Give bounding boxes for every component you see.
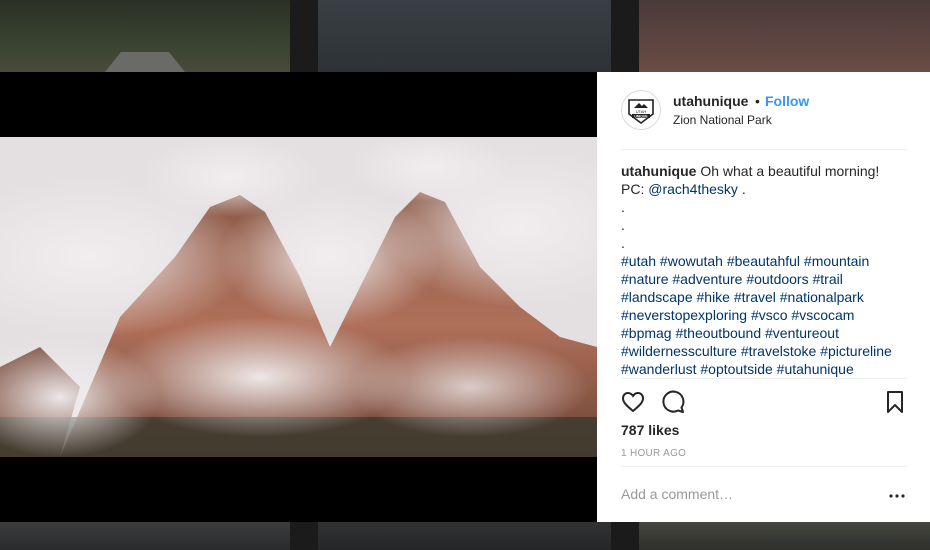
likes-count[interactable]: 787 likes xyxy=(621,422,679,438)
svg-text:UTAH: UTAH xyxy=(636,109,647,114)
feed-thumbnail xyxy=(639,522,930,550)
hashtag-line[interactable]: #landscape #hike #travel #nationalpark xyxy=(621,288,911,306)
caption: utahunique Oh what a beautiful morning! … xyxy=(621,162,911,378)
post-photo[interactable] xyxy=(0,137,597,457)
hashtag-line[interactable]: #utah #wowutah #beautahful #mountain xyxy=(621,252,911,270)
username[interactable]: utahunique xyxy=(673,93,748,109)
hashtag-line[interactable]: #wanderlust #optoutside #utahunique xyxy=(621,360,911,378)
location-link[interactable]: Zion National Park xyxy=(673,113,772,127)
follow-button[interactable]: Follow xyxy=(765,93,809,109)
ellipsis-glyph xyxy=(889,494,905,498)
road-shape xyxy=(105,52,185,72)
heart-glyph xyxy=(621,391,645,413)
feed-thumbnail xyxy=(0,522,290,550)
post-media xyxy=(0,72,597,522)
feed-thumbnail xyxy=(318,522,611,550)
divider xyxy=(621,149,907,150)
utah-unique-logo-icon: UTAH UNIQUE xyxy=(628,99,654,124)
post-header: UTAH UNIQUE utahunique • Follow Zion Nat… xyxy=(597,72,930,149)
svg-text:UNIQUE: UNIQUE xyxy=(634,114,648,118)
bookmark-icon[interactable] xyxy=(883,390,907,414)
caption-pc-suffix: . xyxy=(741,181,746,197)
separator-dot: • xyxy=(755,93,760,109)
mention-link[interactable]: @rach4thesky xyxy=(648,181,738,197)
caption-text: Oh what a beautiful morning! xyxy=(700,163,880,179)
caption-username[interactable]: utahunique xyxy=(621,163,696,179)
speech-bubble-icon[interactable] xyxy=(661,390,685,414)
feed-thumbnail xyxy=(318,0,611,72)
hashtag-line[interactable]: #wildernessculture #travelstoke #picture… xyxy=(621,342,911,360)
caption-dot: . xyxy=(621,199,625,215)
feed-thumbnail xyxy=(0,0,290,72)
mountain-photo-illustration xyxy=(0,137,597,457)
hashtag-line[interactable]: #bpmag #theoutbound #ventureout xyxy=(621,324,911,342)
post-modal: UTAH UNIQUE utahunique • Follow Zion Nat… xyxy=(0,72,930,522)
divider xyxy=(621,466,907,467)
post-details-panel: UTAH UNIQUE utahunique • Follow Zion Nat… xyxy=(597,72,930,522)
divider xyxy=(621,378,907,379)
ellipsis-icon[interactable] xyxy=(887,486,907,502)
caption-dot: . xyxy=(621,235,625,251)
caption-dot: . xyxy=(621,217,625,233)
feed-thumbnail xyxy=(639,0,930,72)
heart-icon[interactable] xyxy=(621,390,645,414)
hashtag-line[interactable]: #neverstopexploring #vsco #vscocam xyxy=(621,306,911,324)
bookmark-glyph xyxy=(887,391,903,413)
avatar[interactable]: UTAH UNIQUE xyxy=(621,90,661,130)
comment-input[interactable]: Add a comment… xyxy=(621,486,733,502)
action-bar xyxy=(621,390,907,414)
comment-glyph xyxy=(662,390,685,413)
hashtag-line[interactable]: #nature #adventure #outdoors #trail xyxy=(621,270,911,288)
caption-pc-prefix: PC: xyxy=(621,181,645,197)
post-timestamp[interactable]: 1 HOUR AGO xyxy=(621,448,686,459)
